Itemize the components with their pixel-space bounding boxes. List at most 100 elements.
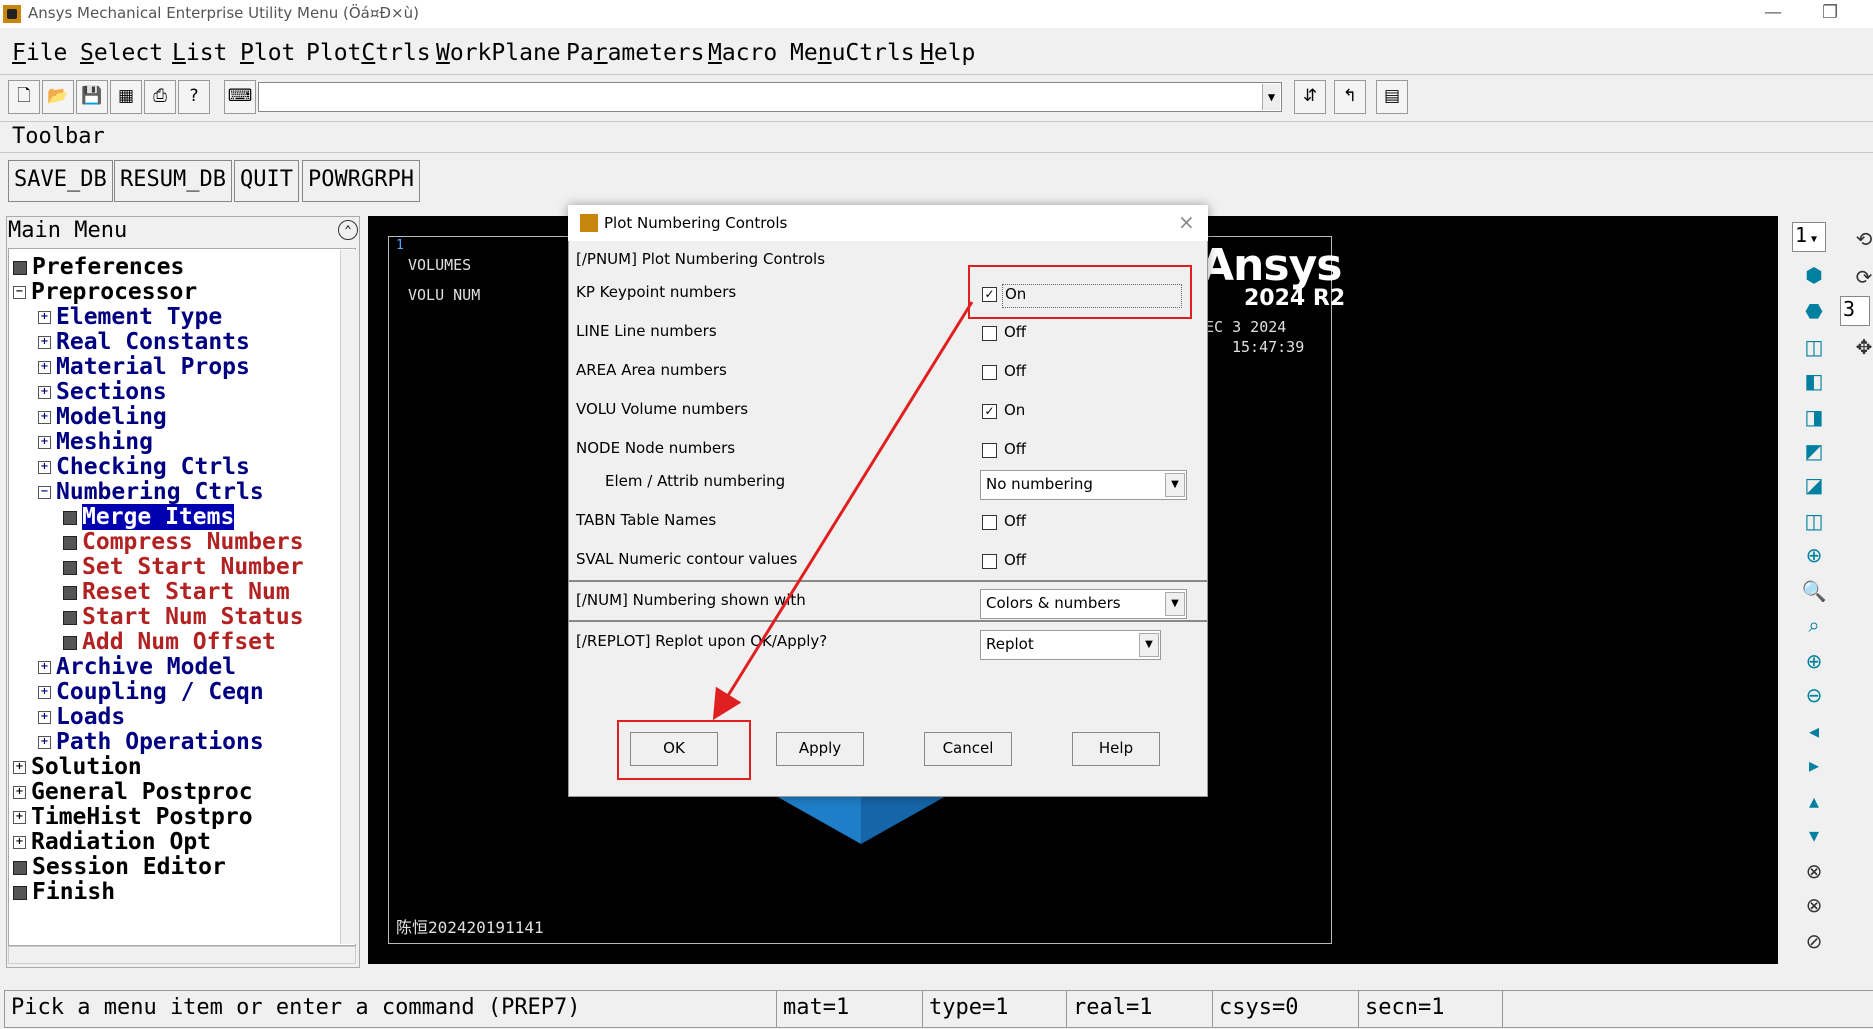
menu-tree-item[interactable]: + General Postproc (13, 780, 253, 805)
menu-parameters[interactable]: Parameters (566, 40, 705, 66)
top-view-icon[interactable]: ◨ (1796, 402, 1832, 432)
menu-tree-item[interactable]: Session Editor (13, 855, 226, 880)
sval-checkbox[interactable] (982, 554, 997, 569)
menu-tree-item[interactable]: Merge Items (63, 504, 235, 530)
menu-workplane[interactable]: WorkPlane (436, 40, 561, 66)
minimize-button[interactable]: — (1764, 2, 1782, 23)
oblique-view-icon[interactable]: ⬣ (1796, 296, 1832, 326)
report-icon[interactable]: ▦ (110, 80, 142, 114)
command-icon[interactable] (63, 585, 77, 600)
bottom-view-icon[interactable]: ◩ (1796, 436, 1832, 466)
menu-tree-item[interactable]: + Modeling (38, 405, 167, 430)
cancel-button[interactable]: Cancel (924, 732, 1012, 766)
front-view-icon[interactable]: ◫ (1796, 332, 1832, 362)
menu-tree-item[interactable]: + Radiation Opt (13, 830, 211, 855)
collapse-icon[interactable]: − (13, 286, 26, 299)
command-icon[interactable] (63, 610, 77, 625)
menu-macro[interactable]: Macro (708, 40, 777, 66)
print-icon[interactable]: ⎙ (144, 80, 176, 114)
expand-icon[interactable]: + (38, 661, 51, 674)
zoom-icon[interactable]: 🔍 (1796, 576, 1832, 606)
menu-tree-item[interactable]: + Loads (38, 705, 125, 730)
expand-icon[interactable]: + (38, 461, 51, 474)
expand-icon[interactable]: + (13, 811, 26, 824)
apply-button[interactable]: Apply (776, 732, 864, 766)
menu-tree-item[interactable]: + Archive Model (38, 655, 236, 680)
menu-file[interactable]: File (12, 40, 67, 66)
menu-tree-item[interactable]: Set Start Number (63, 555, 304, 580)
menu-help[interactable]: Help (920, 40, 975, 66)
menu-plotctrls[interactable]: PlotCtrls (306, 40, 431, 66)
command-input[interactable] (258, 82, 1282, 112)
help-button[interactable]: Help (1072, 732, 1160, 766)
elem-attrib-select[interactable]: No numbering ▼ (980, 470, 1187, 500)
zoom-in-icon[interactable]: ⊕ (1796, 646, 1832, 676)
rotate-y-icon[interactable]: ⊗ (1796, 890, 1832, 920)
replot-select[interactable]: Replot ▼ (980, 630, 1161, 660)
menu-list[interactable]: List (172, 40, 227, 66)
menu-tree-item[interactable]: − Preprocessor (13, 280, 197, 305)
collapse-menu-icon[interactable]: ⌃ (338, 220, 358, 240)
menu-select[interactable]: Select (80, 40, 163, 66)
command-icon[interactable] (13, 885, 27, 900)
help-icon[interactable]: ? (178, 80, 210, 114)
zoom-out-icon[interactable]: ⊖ (1796, 680, 1832, 710)
expand-icon[interactable]: + (38, 736, 51, 749)
pan-icon[interactable]: ✥ (1846, 332, 1873, 362)
rotate-x-icon[interactable]: ⊗ (1796, 856, 1832, 886)
command-keyboard-icon[interactable]: ⌨ (224, 80, 256, 114)
left-view-icon[interactable]: ◪ (1796, 470, 1832, 500)
iso-view-icon[interactable]: ⬢ (1796, 260, 1832, 290)
num-select[interactable]: Colors & numbers ▼ (980, 589, 1187, 619)
menu-tree-item[interactable]: Reset Start Num (63, 580, 290, 605)
right-view-icon[interactable]: ◫ (1796, 506, 1832, 536)
dialog-close-icon[interactable]: × (1178, 210, 1195, 234)
menu-tree-item[interactable]: Compress Numbers (63, 530, 304, 555)
menu-tree-item[interactable]: + TimeHist Postpro (13, 805, 253, 830)
command-icon[interactable] (13, 260, 27, 275)
menu-tree-item[interactable]: Preferences (13, 255, 184, 280)
menu-tree-item[interactable]: + Path Operations (38, 730, 264, 755)
resum-db-button[interactable]: RESUM_DB (114, 160, 232, 202)
node-checkbox[interactable] (982, 443, 997, 458)
pan-up-icon[interactable]: ▴ (1796, 786, 1832, 816)
expand-icon[interactable]: + (13, 761, 26, 774)
command-icon[interactable] (63, 560, 77, 575)
menu-tree-item[interactable]: Finish (13, 880, 115, 905)
save-disk-icon[interactable]: 💾 (76, 80, 108, 114)
expand-icon[interactable]: + (38, 411, 51, 424)
reset-picking-icon[interactable]: ↰ (1334, 80, 1366, 114)
menu-tree-item[interactable]: Start Num Status (63, 605, 304, 630)
menu-tree-item[interactable]: + Meshing (38, 430, 153, 455)
command-icon[interactable] (13, 860, 27, 875)
back-view-icon[interactable]: ◧ (1796, 366, 1832, 396)
menu-plot[interactable]: Plot (240, 40, 295, 66)
expand-icon[interactable]: + (38, 436, 51, 449)
expand-icon[interactable]: + (13, 786, 26, 799)
menu-menuctrls[interactable]: MenuCtrls (790, 40, 915, 66)
window-select-dropdown-2[interactable]: 3 (1840, 296, 1870, 326)
window-select-dropdown[interactable]: 1 ▼ (1792, 222, 1826, 252)
spin-icon[interactable]: ⟳ (1846, 262, 1873, 292)
menu-tree-item[interactable]: + Solution (13, 755, 142, 780)
expand-icon[interactable]: + (38, 361, 51, 374)
box-zoom-icon[interactable]: ⌕ (1796, 610, 1832, 640)
menu-tree-item[interactable]: + Coupling / Ceqn (38, 680, 264, 705)
menu-tree-item[interactable]: − Numbering Ctrls (38, 480, 264, 505)
command-icon[interactable] (63, 635, 77, 650)
new-file-icon[interactable]: 🗋 (8, 80, 40, 114)
expand-icon[interactable]: + (38, 311, 51, 324)
main-menu-horizontal-scrollbar[interactable] (8, 946, 356, 964)
menu-tree-item[interactable]: Add Num Offset (63, 630, 276, 655)
collapse-icon[interactable]: − (38, 486, 51, 499)
raise-hidden-icon[interactable]: ⇵ (1294, 80, 1326, 114)
command-history-dropdown[interactable]: ▼ (1262, 84, 1280, 110)
tabn-checkbox[interactable] (982, 515, 997, 530)
expand-icon[interactable]: + (38, 386, 51, 399)
expand-icon[interactable]: + (13, 836, 26, 849)
dynamic-rotate-icon[interactable]: ⟲ (1846, 224, 1873, 254)
area-checkbox[interactable] (982, 365, 997, 380)
main-menu-vertical-scrollbar[interactable] (340, 250, 356, 944)
menu-tree-item[interactable]: + Checking Ctrls (38, 455, 250, 480)
expand-icon[interactable]: + (38, 686, 51, 699)
